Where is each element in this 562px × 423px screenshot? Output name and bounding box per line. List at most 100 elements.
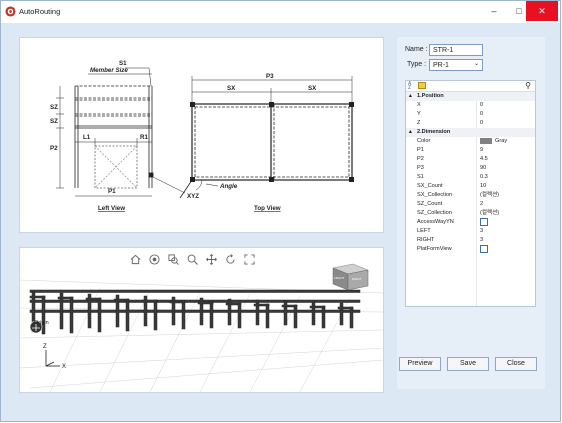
property-grid-toolbar: AZ ⚲ xyxy=(406,81,535,92)
prop-value: 0 xyxy=(480,120,484,126)
prop-row-sx-count[interactable]: SX_Count 10 xyxy=(406,182,535,191)
type-select-value: PR-1 xyxy=(433,62,449,69)
prop-row-y[interactable]: Y0 xyxy=(406,110,535,119)
type-label: Type : xyxy=(407,61,427,68)
preview-button[interactable]: Preview xyxy=(399,357,441,371)
prop-name: SX_Count xyxy=(417,183,443,189)
app-icon xyxy=(5,6,16,17)
prop-name: P3 xyxy=(417,165,424,171)
label-r1: R1 xyxy=(140,134,148,141)
axis-z-label: Z xyxy=(43,344,47,350)
name-input[interactable]: STR-1 xyxy=(429,44,483,56)
prop-row-p1[interactable]: P1 9 xyxy=(406,146,535,155)
label-member-size: Member Size xyxy=(90,67,128,74)
prop-name: PlatFormView xyxy=(417,246,452,252)
prop-name: Z xyxy=(417,120,421,126)
prop-name: AccessWayYN xyxy=(417,219,454,225)
minimize-button[interactable]: – xyxy=(481,1,507,21)
3d-view-panel[interactable]: FRONT RIGHT Origin Z X xyxy=(19,247,384,393)
prop-value: 9 xyxy=(480,147,484,153)
prop-row-z[interactable]: Z0 xyxy=(406,119,535,128)
prop-name: SX_Collection xyxy=(417,192,453,198)
window-title: AutoRouting xyxy=(19,7,61,16)
type-select[interactable]: PR-1 ⌄ xyxy=(429,59,483,71)
sort-alpha-icon[interactable]: AZ xyxy=(408,82,411,91)
label-sx-left: SX xyxy=(227,85,236,92)
prop-value: 0 xyxy=(480,111,484,117)
prop-value xyxy=(480,245,488,254)
save-button[interactable]: Save xyxy=(447,357,489,371)
prop-value: 10 xyxy=(480,183,487,189)
prop-row-sz-count[interactable]: SZ_Count 2 xyxy=(406,200,535,209)
platformview-checkbox[interactable] xyxy=(480,245,488,253)
drawing-panel: S1 Member Size SZ SZ P2 L1 R1 P1 Left Vi… xyxy=(19,37,384,233)
prop-row-p2[interactable]: P2 4.5 xyxy=(406,155,535,164)
prop-value: 3 xyxy=(480,228,484,234)
collapse-icon: ▴ xyxy=(409,93,412,99)
prop-name: Color xyxy=(417,138,431,144)
prop-row-accessway[interactable]: AccessWayYN xyxy=(406,218,535,227)
label-p3: P3 xyxy=(266,73,274,80)
prop-row-sx-collection[interactable]: SX_Collection (컬렉션) xyxy=(406,191,535,200)
prop-row-platformview[interactable]: PlatFormView xyxy=(406,245,535,254)
cube-front-label: FRONT xyxy=(334,276,344,280)
prop-name: P1 xyxy=(417,147,424,153)
title-bar: AutoRouting – □ ✕ xyxy=(1,1,560,23)
close-icon: ✕ xyxy=(538,5,546,16)
collapse-icon: ▴ xyxy=(409,129,412,135)
name-label: Name : xyxy=(405,46,428,53)
label-angle: Angle xyxy=(219,183,238,190)
prop-value: 3 xyxy=(480,237,484,243)
prop-value: (컬렉션) xyxy=(480,192,500,198)
prop-name: S1 xyxy=(417,174,424,180)
cube-right-label: RIGHT xyxy=(352,277,362,281)
prop-value: 0 xyxy=(480,102,484,108)
autorouting-window: AutoRouting – □ ✕ S1 Member Size SZ SZ P… xyxy=(0,0,561,422)
category-dimension[interactable]: ▴ 2.Dimension xyxy=(406,128,535,137)
prop-name: SZ_Collection xyxy=(417,210,452,216)
prop-value xyxy=(480,218,488,227)
schematic-drawing: S1 Member Size SZ SZ P2 L1 R1 P1 Left Vi… xyxy=(50,60,354,212)
prop-row-color[interactable]: Color Gray xyxy=(406,137,535,146)
label-sz-top: SZ xyxy=(50,104,58,111)
accessway-checkbox[interactable] xyxy=(480,218,488,226)
prop-value: 0.3 xyxy=(480,174,488,180)
origin-label: Origin xyxy=(34,320,49,326)
prop-row-right[interactable]: RIGHT 3 xyxy=(406,236,535,245)
categorized-icon[interactable] xyxy=(418,82,426,89)
prop-row-sz-collection[interactable]: SZ_Collection (컬렉션) xyxy=(406,209,535,218)
prop-name: LEFT xyxy=(417,228,431,234)
prop-value: Gray xyxy=(480,137,507,146)
search-icon[interactable]: ⚲ xyxy=(525,81,531,90)
category-title: 2.Dimension xyxy=(417,129,451,135)
chevron-down-icon: ⌄ xyxy=(473,61,479,67)
label-sx-right: SX xyxy=(308,85,317,92)
axis-x-label: X xyxy=(62,364,66,370)
label-xyz: XYZ xyxy=(187,193,199,200)
minimize-icon: – xyxy=(491,6,497,16)
color-swatch xyxy=(480,137,492,144)
prop-row-left[interactable]: LEFT 3 xyxy=(406,227,535,236)
color-value: Gray xyxy=(495,138,508,144)
prop-value: (컬렉션) xyxy=(480,210,500,216)
prop-row-p3[interactable]: P3 90 xyxy=(406,164,535,173)
close-button[interactable]: Close xyxy=(495,357,537,371)
label-p1: P1 xyxy=(108,188,116,195)
prop-value: 2 xyxy=(480,201,484,207)
prop-name: Y xyxy=(417,111,421,117)
maximize-icon: □ xyxy=(516,6,522,16)
label-sz-bottom: SZ xyxy=(50,118,58,125)
prop-name: RIGHT xyxy=(417,237,435,243)
3d-scene: FRONT RIGHT Origin Z X xyxy=(20,263,383,392)
category-position[interactable]: ▴ 1.Position xyxy=(406,92,535,101)
close-window-button[interactable]: ✕ xyxy=(526,1,558,21)
property-grid: AZ ⚲ ▴ 1.Position X0 Y0 Z0 ▴ 2.Dimension… xyxy=(405,80,536,307)
prop-value: 90 xyxy=(480,165,487,171)
prop-row-s1[interactable]: S1 0.3 xyxy=(406,173,535,182)
label-left-view: Left View xyxy=(98,205,125,212)
prop-row-x[interactable]: X0 xyxy=(406,101,535,110)
label-p2: P2 xyxy=(50,145,58,152)
prop-name: P2 xyxy=(417,156,424,162)
prop-value: 4.5 xyxy=(480,156,488,162)
properties-panel: Name : STR-1 Type : PR-1 ⌄ AZ ⚲ ▴ 1.Posi… xyxy=(397,37,545,389)
